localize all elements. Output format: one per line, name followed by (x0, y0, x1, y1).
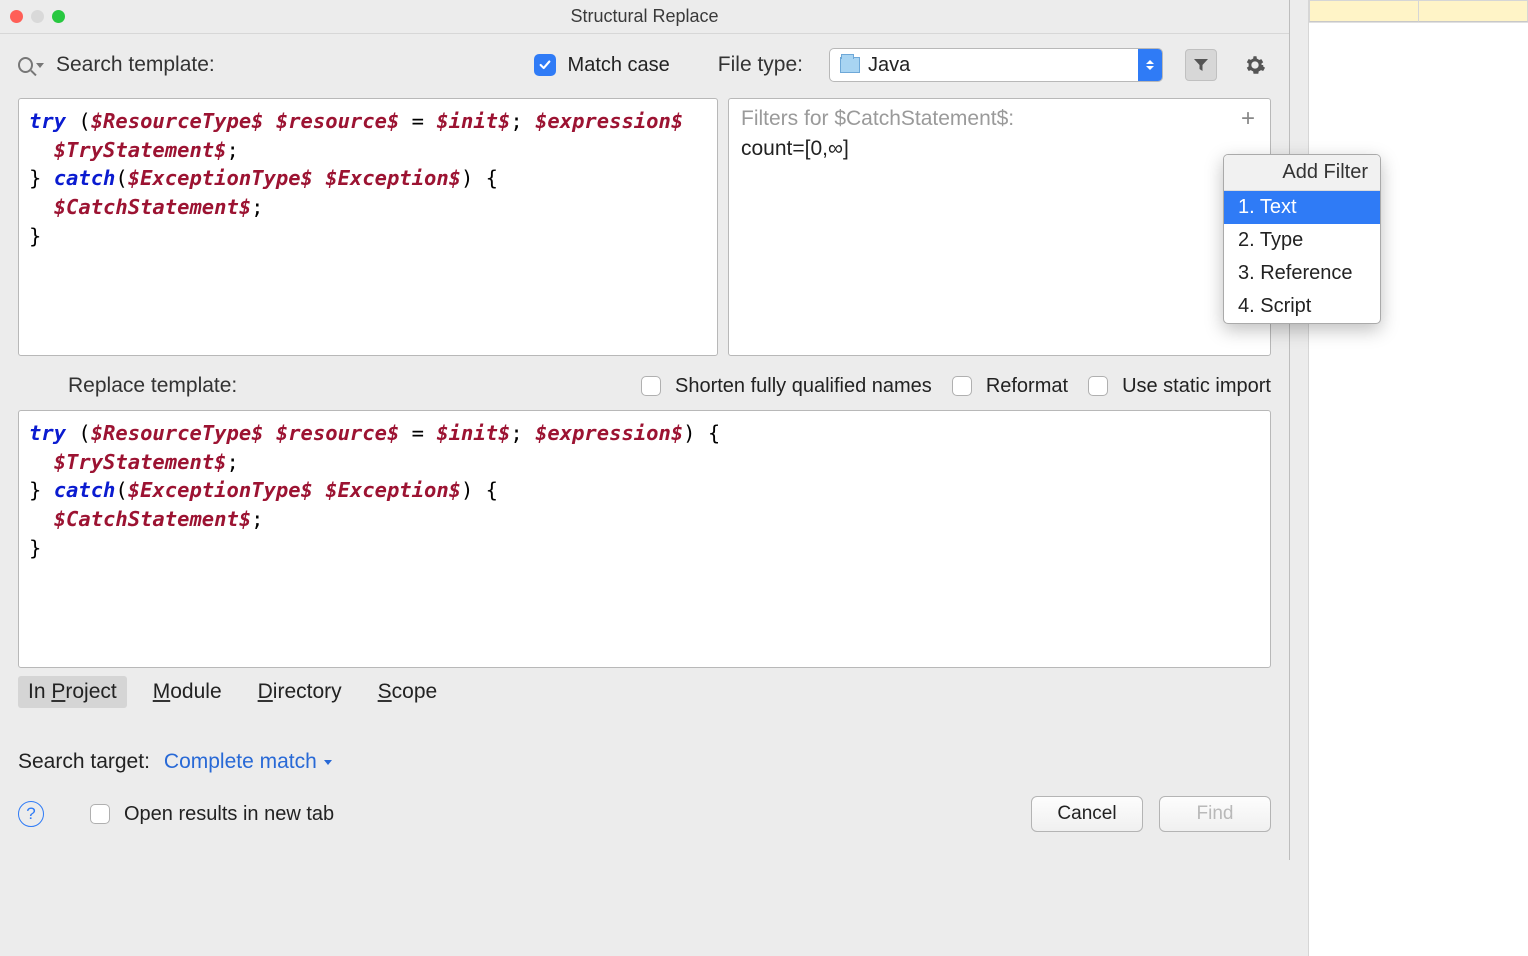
editor-tab[interactable] (1418, 0, 1528, 22)
search-template-editor[interactable]: try ($ResourceType$ $resource$ = $init$;… (18, 98, 718, 356)
search-icon (18, 57, 33, 73)
add-filter-option[interactable]: 3. Reference (1224, 257, 1380, 290)
scope-scope[interactable]: Scope (368, 676, 448, 708)
settings-button[interactable] (1239, 49, 1271, 81)
shorten-fqn-checkbox[interactable] (641, 376, 661, 396)
open-new-tab-label: Open results in new tab (124, 803, 334, 826)
static-import-checkbox[interactable] (1088, 376, 1108, 396)
select-arrows-icon (1138, 49, 1162, 81)
add-filter-option[interactable]: 1. Text (1224, 191, 1380, 224)
structural-replace-dialog: Structural Replace Search template: Matc… (0, 0, 1290, 860)
scope-directory[interactable]: Directory (248, 676, 352, 708)
search-template-label: Search template: (56, 53, 215, 77)
funnel-icon (1192, 56, 1210, 74)
file-type-value: Java (868, 54, 1138, 77)
static-import-label: Use static import (1122, 375, 1271, 398)
add-filter-option[interactable]: 4. Script (1224, 290, 1380, 323)
add-filter-button[interactable]: + (1236, 107, 1260, 131)
titlebar: Structural Replace (0, 0, 1289, 34)
editor-tab[interactable] (1309, 0, 1418, 22)
replace-template-label: Replace template: (68, 374, 237, 398)
check-icon (538, 58, 552, 72)
chevron-down-icon (36, 63, 44, 68)
filter-header: Filters for $CatchStatement$: (741, 107, 1258, 131)
open-new-tab-checkbox[interactable] (90, 804, 110, 824)
filter-count[interactable]: count=[0,∞] (741, 137, 1258, 161)
add-filter-popup: Add Filter 1. Text2. Type3. Reference4. … (1223, 154, 1381, 324)
search-target-dropdown[interactable]: Complete match (164, 750, 332, 774)
scope-in-project[interactable]: In Project (18, 676, 127, 708)
window-title: Structural Replace (0, 6, 1289, 27)
scope-bar: In Project Module Directory Scope (18, 676, 1271, 708)
add-filter-title: Add Filter (1224, 155, 1380, 191)
search-toolbar: Search template: Match case File type: J… (18, 48, 1271, 82)
history-dropdown[interactable] (18, 52, 44, 78)
filter-panel: Filters for $CatchStatement$: + count=[0… (728, 98, 1271, 356)
reformat-label: Reformat (986, 375, 1068, 398)
add-filter-option[interactable]: 2. Type (1224, 224, 1380, 257)
match-case-label: Match case (568, 54, 670, 77)
cancel-button[interactable]: Cancel (1031, 796, 1143, 832)
match-case-checkbox[interactable] (534, 54, 556, 76)
help-button[interactable]: ? (18, 801, 44, 827)
replace-template-editor[interactable]: try ($ResourceType$ $resource$ = $init$;… (18, 410, 1271, 668)
file-type-label: File type: (718, 53, 803, 77)
gear-icon (1244, 54, 1266, 76)
scope-module[interactable]: Module (143, 676, 232, 708)
shorten-fqn-label: Shorten fully qualified names (675, 375, 932, 398)
reformat-checkbox[interactable] (952, 376, 972, 396)
search-target-label: Search target: (18, 750, 150, 774)
chevron-down-icon (324, 760, 332, 765)
file-type-select[interactable]: Java (829, 48, 1163, 82)
java-file-icon (840, 57, 860, 73)
editor-gutter (1308, 0, 1528, 956)
find-button[interactable]: Find (1159, 796, 1271, 832)
filter-button[interactable] (1185, 49, 1217, 81)
